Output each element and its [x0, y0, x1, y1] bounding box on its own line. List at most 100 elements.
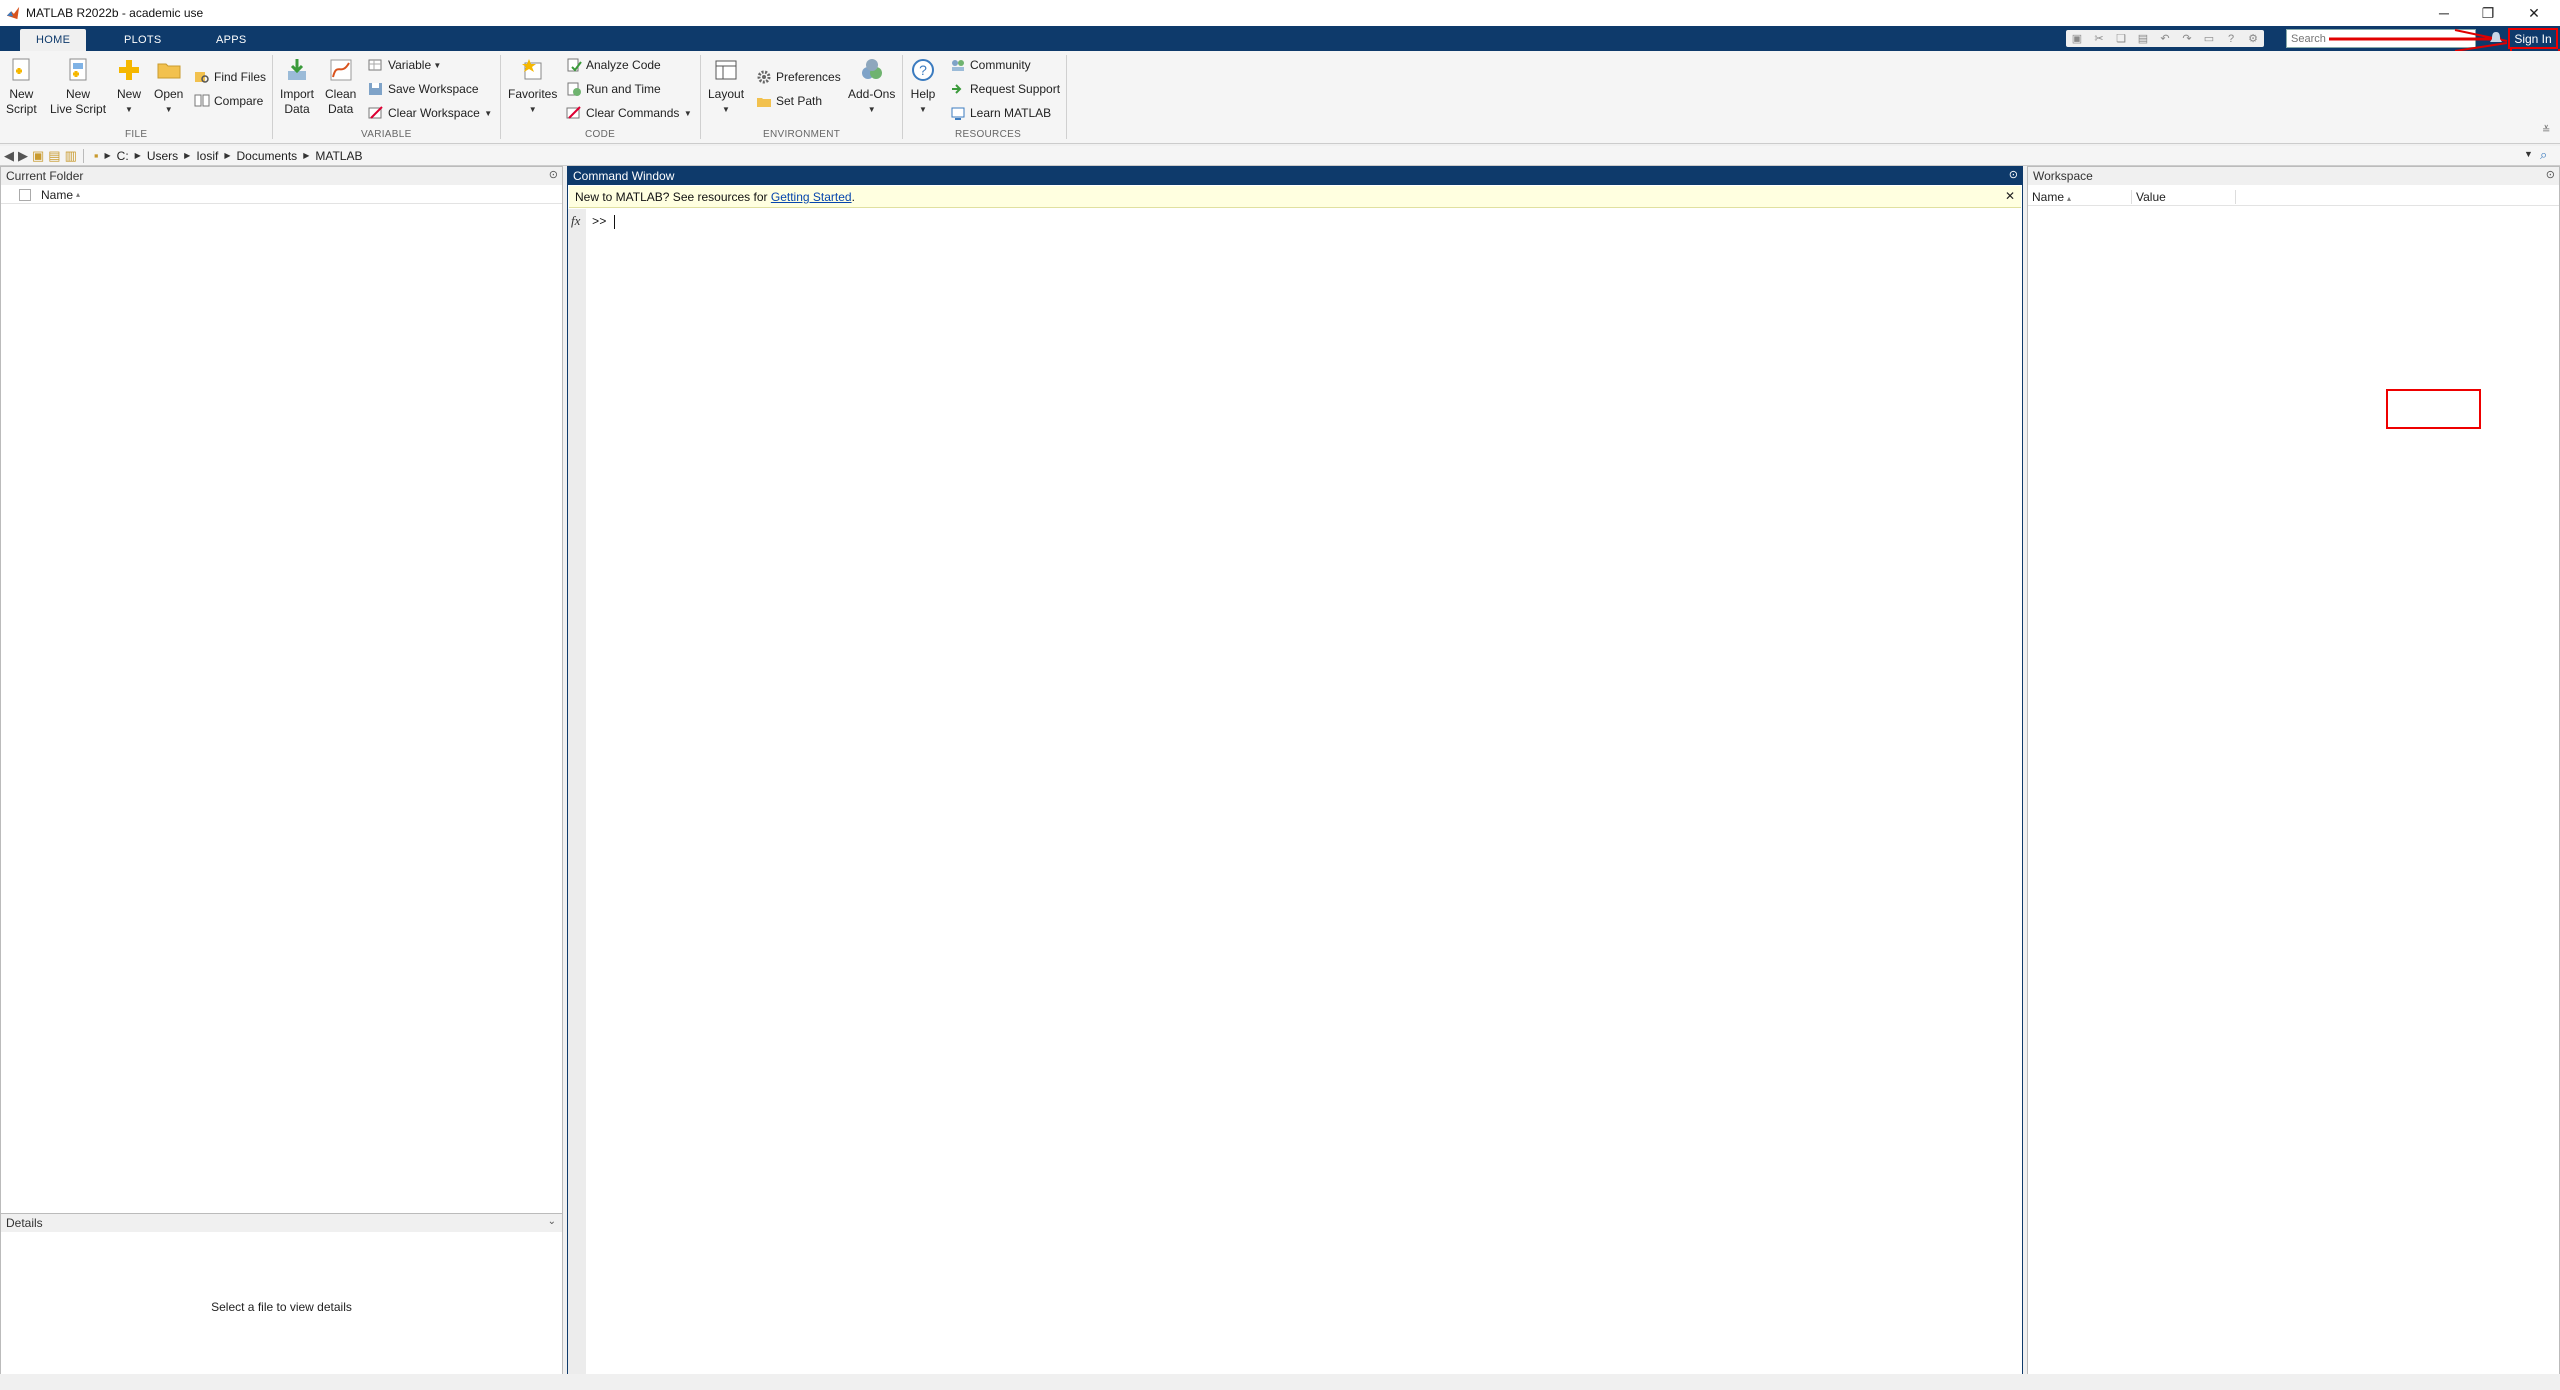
- browse-folder-icon[interactable]: ▤: [48, 148, 60, 164]
- group-separator: [500, 55, 501, 139]
- search-folder-icon[interactable]: ▥: [65, 148, 77, 164]
- learn-matlab-icon: [951, 107, 965, 120]
- tab-plots[interactable]: PLOTS: [108, 29, 178, 51]
- open-button[interactable]: Open ▼: [154, 57, 183, 117]
- cut-icon[interactable]: ✂: [2088, 32, 2110, 45]
- chevron-down-icon: ▼: [431, 60, 442, 70]
- column-name[interactable]: Name ▴: [2028, 189, 2132, 204]
- forward-icon[interactable]: ▶: [18, 148, 28, 164]
- matlab-logo-icon: [6, 6, 20, 20]
- breadcrumb-c[interactable]: C:: [117, 149, 129, 163]
- chevron-right-icon[interactable]: ▶: [105, 151, 111, 160]
- panel-actions-icon[interactable]: ⊙: [2546, 168, 2555, 181]
- copy-icon[interactable]: ❏: [2110, 32, 2132, 45]
- workspace-title: Workspace: [2033, 169, 2093, 183]
- workspace-column-header: Name ▴ Value: [2028, 188, 2559, 206]
- analyze-code-button[interactable]: Analyze Code: [566, 57, 661, 73]
- community-icon: [952, 60, 964, 71]
- add-ons-icon: [861, 59, 882, 79]
- import-data-button[interactable]: Import Data: [280, 57, 314, 117]
- chevron-down-icon[interactable]: ⌄: [548, 1216, 556, 1227]
- analyze-code-icon: [567, 58, 582, 72]
- details-header: Details ⌄: [1, 1214, 562, 1232]
- run-and-time-button[interactable]: Run and Time: [566, 81, 661, 97]
- function-browser-icon[interactable]: fx: [571, 213, 580, 229]
- request-support-button[interactable]: Request Support: [950, 81, 1060, 97]
- clear-workspace-icon: [368, 106, 383, 119]
- chevron-down-icon: ▼: [164, 105, 173, 114]
- save-workspace-button[interactable]: Save Workspace: [368, 81, 479, 97]
- chevron-right-icon[interactable]: ▶: [303, 151, 309, 160]
- gear-icon: [757, 70, 771, 84]
- favorites-button[interactable]: Favorites ▼: [508, 57, 557, 117]
- sign-in-button[interactable]: Sign In: [2508, 28, 2558, 49]
- window-title: MATLAB R2022b - academic use: [26, 6, 204, 20]
- panel-actions-icon[interactable]: ⊙: [2009, 168, 2018, 181]
- clear-commands-button[interactable]: Clear Commands ▼: [566, 105, 692, 121]
- close-notice-icon[interactable]: ✕: [2005, 189, 2015, 203]
- breadcrumb-iosif[interactable]: Iosif: [196, 149, 218, 163]
- back-icon[interactable]: ◀: [4, 148, 14, 164]
- column-value[interactable]: Value: [2132, 189, 2236, 204]
- text-cursor[interactable]: [614, 215, 615, 229]
- sort-ascending-icon: ▴: [2067, 193, 2072, 203]
- new-button[interactable]: New ▼: [116, 57, 142, 117]
- chevron-down-icon: ▼: [479, 108, 493, 118]
- breadcrumb-users[interactable]: Users: [147, 149, 178, 163]
- new-script-icon: [12, 58, 30, 81]
- preferences-button[interactable]: Preferences: [756, 69, 841, 85]
- up-folder-icon[interactable]: ▣: [32, 148, 44, 164]
- switch-windows-icon[interactable]: ▭: [2198, 32, 2220, 45]
- current-folder-title: Current Folder: [6, 169, 84, 183]
- paste-icon[interactable]: ▤: [2132, 32, 2154, 45]
- address-dropdown-icon[interactable]: ▼: [2524, 149, 2533, 159]
- variable-icon: [368, 59, 382, 71]
- undo-icon[interactable]: ↶: [2154, 32, 2176, 45]
- community-button[interactable]: Community: [950, 57, 1031, 73]
- group-separator: [700, 55, 701, 139]
- redo-icon[interactable]: ↷: [2176, 32, 2198, 45]
- column-name[interactable]: Name: [41, 188, 73, 202]
- panel-actions-icon[interactable]: ⊙: [549, 168, 558, 181]
- clear-commands-icon: [566, 106, 581, 119]
- new-live-script-button[interactable]: New Live Script: [50, 57, 106, 117]
- help-button[interactable]: ? Help ▼: [910, 57, 936, 117]
- settings-icon[interactable]: ⚙: [2242, 32, 2264, 45]
- chevron-down-icon: ▼: [679, 108, 692, 118]
- chevron-right-icon[interactable]: ▶: [184, 151, 190, 160]
- folder-icon: ▪: [93, 148, 99, 163]
- clean-data-button[interactable]: Clean Data: [325, 57, 356, 117]
- minimize-button[interactable]: ─: [2422, 0, 2466, 26]
- learn-matlab-button[interactable]: Learn MATLAB: [950, 105, 1051, 121]
- clear-workspace-button[interactable]: Clear Workspace ▼: [368, 105, 492, 121]
- set-path-button[interactable]: Set Path: [756, 93, 822, 109]
- ribbon-tab-bar: HOME PLOTS APPS ▣ ✂ ❏ ▤ ↶ ↷ ▭ ? ⚙: [0, 26, 2560, 51]
- compare-button[interactable]: Compare: [194, 93, 263, 109]
- chevron-right-icon[interactable]: ▶: [224, 151, 230, 160]
- search-icon[interactable]: ⌕: [2540, 147, 2547, 163]
- restore-button[interactable]: ❐: [2466, 0, 2510, 26]
- breadcrumb-documents[interactable]: Documents: [236, 149, 297, 163]
- tab-home[interactable]: HOME: [20, 29, 87, 51]
- breadcrumb-matlab[interactable]: MATLAB: [315, 149, 362, 163]
- chevron-right-icon[interactable]: ▶: [135, 151, 141, 160]
- bell-icon[interactable]: [2488, 31, 2504, 45]
- find-files-button[interactable]: Find Files: [194, 69, 266, 85]
- chevron-down-icon: ▼: [867, 105, 876, 114]
- save-icon[interactable]: ▣: [2066, 32, 2088, 45]
- current-folder-panel: Current Folder ⊙ Name ▴: [0, 166, 563, 1214]
- svg-text:?: ?: [919, 62, 927, 78]
- collapse-ribbon-icon[interactable]: ≚: [2542, 125, 2550, 136]
- variable-button[interactable]: Variable ▼: [368, 57, 441, 73]
- close-button[interactable]: ✕: [2512, 0, 2556, 26]
- tab-apps[interactable]: APPS: [200, 29, 263, 51]
- new-script-button[interactable]: New Script: [6, 57, 37, 117]
- getting-started-link[interactable]: Getting Started: [771, 190, 852, 204]
- command-prompt: >>: [592, 215, 607, 229]
- add-ons-button[interactable]: Add-Ons ▼: [848, 57, 895, 117]
- help-icon[interactable]: ?: [2220, 33, 2242, 45]
- layout-button[interactable]: Layout ▼: [708, 57, 744, 117]
- group-label-file: FILE: [125, 129, 148, 140]
- request-support-icon: [952, 84, 962, 94]
- minimize-icon: ─: [2439, 5, 2449, 21]
